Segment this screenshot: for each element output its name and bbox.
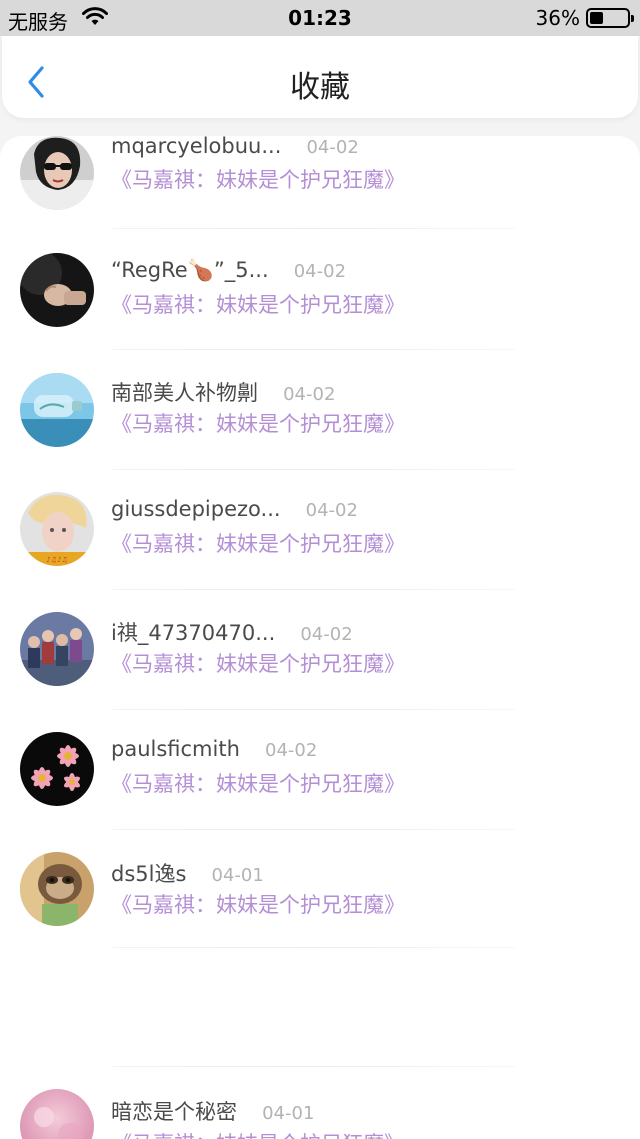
avatar: ♪♫♪♫ xyxy=(20,492,94,566)
avatar xyxy=(20,373,94,447)
list-item[interactable]: ds5l逸s 04-01 《马嘉祺：妹妹是个护兄狂魔》 xyxy=(0,849,640,949)
user-name: ds5l逸s xyxy=(111,862,187,886)
story-title: 《马嘉祺：妹妹是个护兄狂魔》 xyxy=(111,652,405,676)
nav-bar: 收藏 xyxy=(2,36,638,118)
name-row: mqarcyelobuu... 04-02 xyxy=(111,136,359,164)
battery-fill xyxy=(590,12,603,24)
battery-percentage: 36% xyxy=(535,6,580,30)
avatar xyxy=(20,136,94,210)
story-title: 《马嘉祺：妹妹是个护兄狂魔》 xyxy=(111,168,405,192)
favorite-date: 04-02 xyxy=(293,261,347,282)
story-title: 《马嘉祺：妹妹是个护兄狂魔》 xyxy=(111,532,405,556)
divider xyxy=(111,709,516,710)
divider xyxy=(111,469,516,470)
favorite-date: 04-02 xyxy=(306,137,359,158)
favorite-date: 04-02 xyxy=(305,500,358,521)
story-title: 《马嘉祺：妹妹是个护兄狂魔》 xyxy=(111,293,405,317)
avatar xyxy=(20,732,94,806)
favorite-date: 04-01 xyxy=(211,865,264,886)
list-item[interactable]: paulsficmith 04-02 《马嘉祺：妹妹是个护兄狂魔》 xyxy=(0,729,640,830)
list-item[interactable]: 暗恋是个秘密 04-01 《马嘉祺：妹妹是个护兄狂魔》 xyxy=(0,1086,640,1139)
list-item[interactable]: i祺_47370470... 04-02 《马嘉祺：妹妹是个护兄狂魔》 xyxy=(0,609,640,710)
story-title: 《马嘉祺：妹妹是个护兄狂魔》 xyxy=(111,412,405,436)
name-row: “RegRe🍗”_5... 04-02 xyxy=(111,258,346,288)
name-row: giussdepipezo... 04-02 xyxy=(111,497,358,527)
user-name: mqarcyelobuu... xyxy=(111,136,282,158)
name-row: i祺_47370470... 04-02 xyxy=(111,617,353,647)
battery-icon xyxy=(586,8,634,28)
divider xyxy=(111,228,516,229)
favorite-date: 04-02 xyxy=(283,384,336,405)
list-item[interactable]: mqarcyelobuu... 04-02 《马嘉祺：妹妹是个护兄狂魔》 xyxy=(0,136,640,229)
favorite-date: 04-01 xyxy=(262,1103,315,1124)
divider xyxy=(111,1066,516,1067)
favorites-list: mqarcyelobuu... 04-02 《马嘉祺：妹妹是个护兄狂魔》 “Re… xyxy=(0,136,640,1139)
user-name: paulsficmith xyxy=(111,737,240,761)
name-row: 南部美人补物劓 04-02 xyxy=(111,377,335,407)
favorite-date: 04-02 xyxy=(300,624,353,645)
status-bar: 无服务 01:23 36% xyxy=(0,0,640,36)
avatar xyxy=(20,852,94,926)
divider xyxy=(111,349,516,350)
avatar xyxy=(20,612,94,686)
story-title: 《马嘉祺：妹妹是个护兄狂魔》 xyxy=(111,893,405,917)
story-title: 《马嘉祺：妹妹是个护兄狂魔》 xyxy=(111,772,405,796)
story-title: 《马嘉祺：妹妹是个护兄狂魔》 xyxy=(111,1128,405,1139)
name-row: paulsficmith 04-02 xyxy=(111,737,317,767)
divider xyxy=(111,589,516,590)
user-name: i祺_47370470... xyxy=(111,621,276,645)
name-row: 暗恋是个秘密 04-01 xyxy=(111,1096,314,1126)
list-item[interactable]: 南部美人补物劓 04-02 《马嘉祺：妹妹是个护兄狂魔》 xyxy=(0,369,640,470)
avatar xyxy=(20,253,94,327)
favorite-date: 04-02 xyxy=(265,740,318,761)
name-row: ds5l逸s 04-01 xyxy=(111,858,264,888)
user-name: giussdepipezo... xyxy=(111,497,281,521)
avatar xyxy=(20,1089,94,1139)
svg-text:♪♫♪♫: ♪♫♪♫ xyxy=(46,556,68,564)
list-item[interactable]: “RegRe🍗”_5... 04-02 《马嘉祺：妹妹是个护兄狂魔》 xyxy=(0,249,640,350)
divider xyxy=(111,829,516,830)
user-name: “RegRe🍗”_5... xyxy=(111,258,269,282)
user-name: 南部美人补物劓 xyxy=(111,381,258,405)
page-title: 收藏 xyxy=(290,70,350,105)
user-name: 暗恋是个秘密 xyxy=(111,1100,237,1124)
divider xyxy=(111,947,516,948)
list-item[interactable]: ♪♫♪♫ giussdepipezo... 04-02 《马嘉祺：妹妹是个护兄狂… xyxy=(0,489,640,590)
